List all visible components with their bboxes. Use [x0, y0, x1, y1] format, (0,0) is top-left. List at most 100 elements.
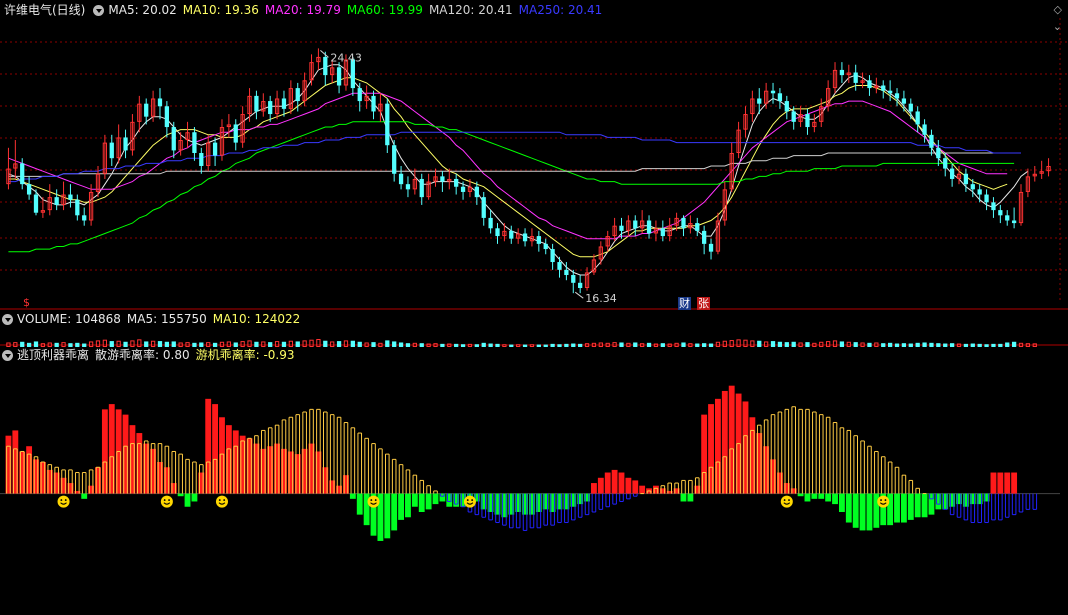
main-legend-toggle-icon[interactable]: [93, 4, 105, 16]
candle-90: [626, 215, 631, 237]
volume-bar-143: [991, 343, 996, 347]
smiley-icon-5: [780, 495, 793, 508]
candle-77: [536, 230, 541, 252]
deviation-bar-91: [632, 480, 639, 494]
candle-41: [288, 80, 293, 115]
candle-body: [68, 194, 73, 200]
candle-26: [185, 121, 190, 148]
candle-116: [805, 108, 810, 135]
diamond-icon[interactable]: ◇: [1054, 3, 1062, 16]
candle-135: [936, 140, 941, 166]
candle-body: [268, 101, 273, 115]
volume-bar-56: [392, 341, 397, 347]
candle-128: [887, 80, 893, 102]
stock-chart-canvas[interactable]: 24.43 16.34: [0, 0, 1068, 615]
candle-54: [378, 93, 383, 122]
candle-127: [881, 80, 886, 99]
candle-body: [646, 220, 652, 234]
volume-bar-68: [474, 344, 479, 347]
ma60-label: MA60: 19.99: [346, 3, 423, 17]
volume-bar-140: [970, 343, 975, 347]
candle-102: [708, 238, 714, 260]
finance-marker[interactable]: 财: [678, 297, 691, 310]
candle-59: [412, 168, 417, 195]
candle-0: [6, 147, 11, 190]
smiley-face: [463, 495, 476, 508]
deviation-bar-118: [818, 493, 825, 499]
candle-body: [398, 173, 404, 185]
candle-body: [144, 103, 149, 117]
volume-bar-13: [95, 340, 101, 347]
ma10-label: MA10: 19.36: [182, 3, 259, 17]
volume-bar-135: [936, 343, 941, 347]
candle-16: [116, 124, 121, 164]
smiley-icon-3: [367, 495, 380, 508]
deviation-bar-125: [866, 493, 873, 531]
volume-bar-48: [336, 341, 342, 347]
candle-body: [460, 186, 466, 192]
candle-body: [633, 220, 638, 229]
deviation-bar-144: [997, 472, 1004, 494]
limit-up-marker[interactable]: 张: [697, 297, 710, 310]
candle-body: [557, 262, 562, 270]
candle-12: [88, 184, 94, 226]
volume-bar-122: [846, 341, 851, 348]
volume-bar-145: [1005, 342, 1010, 347]
candle-body: [695, 223, 700, 231]
candle-11: [82, 207, 87, 226]
candle-body: [171, 127, 176, 151]
candle-87: [605, 230, 610, 252]
candle-body: [708, 243, 714, 252]
deviation-bar-117: [811, 493, 818, 499]
candle-146: [1011, 207, 1017, 229]
candle-75: [522, 228, 528, 247]
deviation-bar-124: [859, 493, 866, 531]
smiley-icon-6: [877, 495, 890, 508]
candle-52: [364, 85, 369, 109]
volume-ma5-label: MA5: 155750: [126, 312, 207, 326]
candle-body: [984, 194, 989, 203]
candle-53: [371, 90, 376, 120]
smiley-eye-left: [880, 499, 882, 501]
volume-bar-57: [398, 342, 404, 347]
chevron-down-icon[interactable]: ⌄: [1053, 20, 1062, 33]
indicator-legend-toggle-icon[interactable]: [2, 349, 13, 361]
candle-body: [481, 197, 486, 218]
volume-bar-46: [323, 340, 328, 347]
candle-body: [571, 275, 576, 283]
smiley-face: [367, 495, 380, 508]
candle-body: [702, 230, 707, 244]
candle-19: [137, 95, 142, 133]
volume-bar-60: [419, 343, 424, 347]
candle-body: [75, 199, 80, 216]
volume-bar-104: [722, 340, 727, 348]
candle-body: [281, 98, 287, 109]
smiley-icon-0: [57, 495, 70, 508]
deviation-bar-51: [356, 493, 363, 515]
volume-bar-31: [219, 341, 225, 348]
candle-138: [956, 165, 962, 185]
smiley-eye-right: [374, 499, 377, 501]
candle-body: [323, 56, 328, 76]
candle-24: [171, 121, 176, 159]
candle-10: [75, 194, 80, 221]
candle-56: [392, 140, 397, 182]
smiley-eye-right: [168, 499, 170, 501]
candle-body: [977, 189, 982, 195]
deviation-bar-115: [797, 493, 804, 497]
deviation-bar-130: [900, 493, 907, 523]
candle-29: [206, 134, 211, 172]
speculator-rate-label: 散游乖离率: 0.80: [95, 348, 190, 362]
deviation-bar-120: [832, 493, 838, 505]
volume-bar-89: [619, 342, 624, 347]
volume-bar-134: [929, 342, 934, 347]
deviation-bar-62: [432, 493, 439, 505]
candle-79: [550, 243, 555, 270]
candle-body: [212, 142, 218, 156]
volume-bar-47: [330, 341, 335, 348]
candle-14: [102, 134, 108, 179]
candle-98: [681, 215, 686, 237]
volume-bar-73: [509, 344, 514, 347]
volume-legend-toggle-icon[interactable]: [2, 313, 13, 325]
deviation-bar-50: [349, 493, 356, 499]
